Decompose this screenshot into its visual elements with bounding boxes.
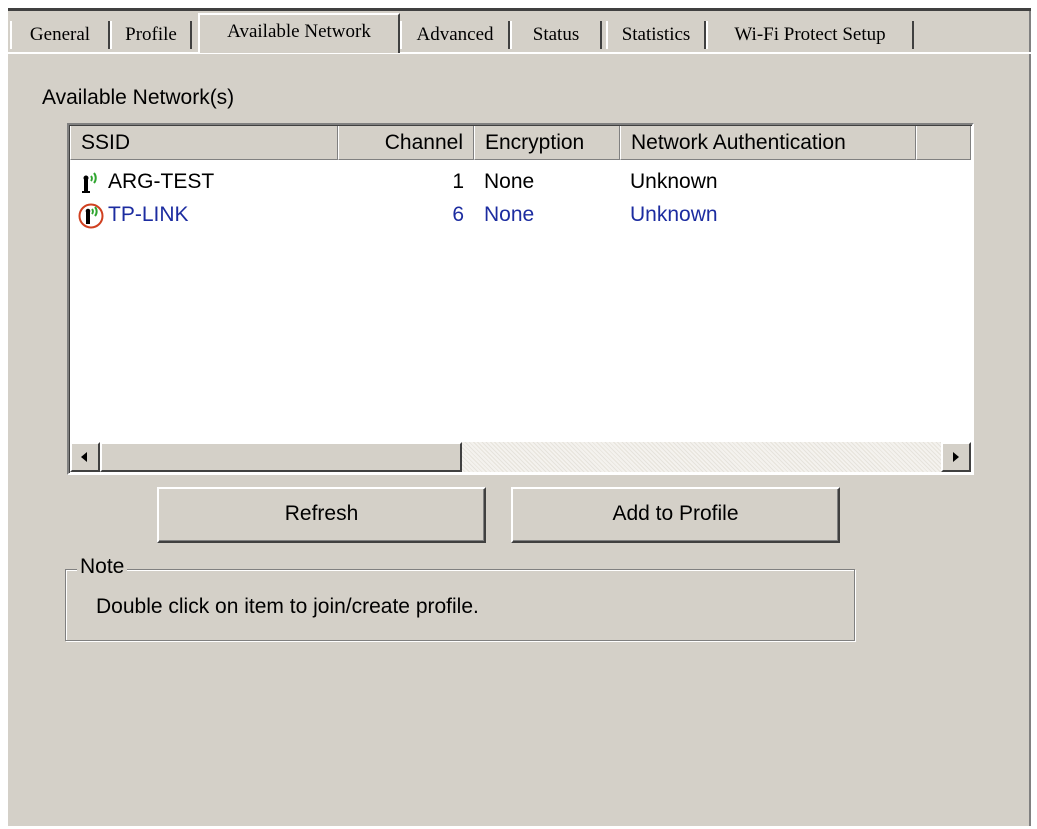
wifi-signal-icon	[82, 172, 97, 193]
note-text: Double click on item to join/create prof…	[96, 595, 479, 618]
tab-statistics[interactable]: Statistics	[606, 21, 706, 49]
network-row-tp-link[interactable]: TP-LINK 6 None Unknown	[70, 199, 971, 231]
tab-profile[interactable]: Profile	[110, 21, 192, 49]
tab-available-network[interactable]: Available Network	[198, 13, 400, 53]
list-header: SSID Channel Encryption Network Authenti…	[70, 126, 971, 160]
scrollbar-thumb[interactable]	[100, 442, 462, 472]
arrow-left-icon	[81, 452, 87, 462]
channel-cell: 1	[452, 170, 464, 193]
scroll-left-button[interactable]	[70, 442, 100, 472]
tab-baseline	[8, 52, 1031, 54]
available-networks-list[interactable]: SSID Channel Encryption Network Authenti…	[67, 123, 974, 475]
tab-strip: General Profile Available Network Advanc…	[8, 11, 1031, 54]
authentication-cell: Unknown	[630, 203, 718, 226]
ssid-cell: TP-LINK	[108, 203, 189, 226]
encryption-cell: None	[484, 203, 535, 226]
horizontal-scrollbar[interactable]	[70, 442, 971, 472]
channel-cell: 6	[452, 203, 464, 226]
column-header-ssid[interactable]: SSID	[70, 126, 338, 160]
encryption-cell: None	[484, 170, 535, 193]
arrow-right-icon	[953, 452, 959, 462]
add-to-profile-button[interactable]: Add to Profile	[511, 487, 840, 543]
scroll-right-button[interactable]	[941, 442, 971, 472]
tab-wifi-protect-setup[interactable]: Wi-Fi Protect Setup	[706, 21, 914, 49]
tab-general[interactable]: General	[10, 21, 110, 49]
column-header-channel[interactable]: Channel	[338, 126, 474, 160]
tab-status[interactable]: Status	[510, 21, 602, 49]
available-networks-label: Available Network(s)	[42, 86, 235, 109]
refresh-button[interactable]: Refresh	[157, 487, 486, 543]
network-row-arg-test[interactable]: ARG-TEST 1 None Unknown	[70, 166, 971, 198]
tab-advanced[interactable]: Advanced	[400, 21, 510, 49]
column-header-network-authentication[interactable]: Network Authentication	[620, 126, 916, 160]
wireless-utility-window: General Profile Available Network Advanc…	[8, 8, 1031, 826]
window-right-edge	[1029, 11, 1031, 826]
wifi-signal-connected-icon	[78, 203, 104, 229]
column-header-encryption[interactable]: Encryption	[474, 126, 620, 160]
note-title: Note	[77, 555, 128, 579]
column-header-extra	[916, 126, 971, 160]
ssid-cell: ARG-TEST	[108, 170, 215, 193]
authentication-cell: Unknown	[630, 170, 718, 193]
